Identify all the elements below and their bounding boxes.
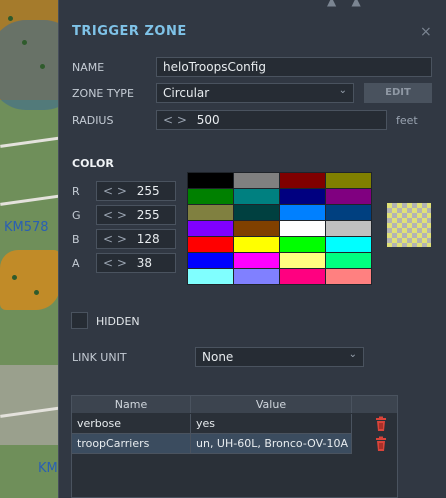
color-swatch[interactable] [234, 237, 279, 252]
radius-value: 500 [196, 113, 220, 127]
map-terrain [0, 250, 60, 310]
zone-type-label: ZONE TYPE [72, 87, 134, 100]
blue-label: B [72, 233, 80, 246]
properties-table: Name Value verbose yes troopCarriers un,… [71, 395, 398, 498]
column-header-value[interactable]: Value [191, 396, 352, 413]
color-swatch[interactable] [280, 237, 325, 252]
red-input[interactable]: < > 255 [96, 181, 176, 201]
color-swatch[interactable] [234, 221, 279, 236]
green-label: G [72, 209, 81, 222]
color-swatch[interactable] [188, 253, 233, 268]
close-icon[interactable]: × [420, 24, 432, 40]
stepper-arrows-icon[interactable]: < > [103, 232, 127, 246]
color-swatch[interactable] [188, 237, 233, 252]
table-row[interactable]: verbose yes [72, 414, 397, 434]
map-water [0, 20, 60, 110]
green-input[interactable]: < > 255 [96, 205, 176, 225]
blue-input[interactable]: < > 128 [96, 229, 176, 249]
hidden-label: HIDDEN [96, 315, 140, 328]
map-road [0, 135, 60, 148]
alpha-label: A [72, 257, 80, 270]
color-swatch[interactable] [188, 173, 233, 188]
color-swatch[interactable] [326, 221, 371, 236]
color-swatch[interactable] [326, 253, 371, 268]
stepper-arrows-icon[interactable]: < > [163, 113, 187, 127]
map-tree [12, 275, 17, 280]
color-swatch[interactable] [326, 173, 371, 188]
table-row[interactable]: troopCarriers un, UH-60L, Bronco-OV-10A [72, 434, 397, 454]
map-road [0, 193, 60, 206]
blue-value: 128 [136, 232, 160, 246]
stepper-arrows-icon[interactable]: < > [103, 256, 127, 270]
color-swatch[interactable] [234, 205, 279, 220]
trigger-zone-panel: ▲ ▲ TRIGGER ZONE × NAME heloTroopsConfig… [58, 0, 446, 498]
green-value: 255 [136, 208, 160, 222]
color-preview [387, 203, 431, 247]
map-town [0, 365, 60, 445]
panel-title: TRIGGER ZONE [72, 24, 187, 39]
zone-type-select[interactable]: Circular ⌄ [156, 83, 354, 103]
red-label: R [72, 185, 80, 198]
color-swatch[interactable] [188, 189, 233, 204]
alpha-value: 38 [136, 256, 153, 270]
color-swatch[interactable] [280, 173, 325, 188]
map-tree [34, 290, 39, 295]
map-tree [8, 16, 13, 21]
color-palette [187, 172, 372, 285]
row-value-cell[interactable]: yes [191, 414, 352, 434]
color-swatch[interactable] [234, 189, 279, 204]
radius-label: RADIUS [72, 114, 114, 127]
color-swatch[interactable] [326, 189, 371, 204]
color-swatch[interactable] [280, 205, 325, 220]
link-unit-value: None [202, 350, 234, 364]
row-name-cell[interactable]: troopCarriers [72, 434, 191, 454]
color-swatch[interactable] [280, 189, 325, 204]
link-unit-label: LINK UNIT [72, 351, 127, 364]
color-swatch[interactable] [326, 237, 371, 252]
color-swatch[interactable] [280, 221, 325, 236]
column-header-name[interactable]: Name [72, 396, 191, 413]
table-header: Name Value [72, 396, 397, 413]
name-input[interactable]: heloTroopsConfig [156, 57, 432, 77]
radius-input[interactable]: < > 500 [156, 110, 387, 130]
trash-icon[interactable] [373, 436, 389, 452]
alpha-input[interactable]: < > 38 [96, 253, 176, 273]
color-swatch[interactable] [326, 205, 371, 220]
map-tree [22, 40, 27, 45]
color-swatch[interactable] [188, 205, 233, 220]
row-value-cell[interactable]: un, UH-60L, Bronco-OV-10A [191, 434, 352, 454]
map-tree [40, 64, 45, 69]
color-swatch[interactable] [326, 269, 371, 284]
color-swatch[interactable] [234, 269, 279, 284]
stepper-arrows-icon[interactable]: < > [103, 184, 127, 198]
name-label: NAME [72, 61, 105, 74]
map-grid-label: KM [38, 461, 58, 476]
map-grid-label: KM578 [4, 220, 49, 235]
map-view[interactable]: KM578 KM [0, 0, 60, 498]
color-section-title: COLOR [72, 157, 114, 170]
trash-icon[interactable] [373, 416, 389, 432]
color-swatch[interactable] [188, 269, 233, 284]
color-swatch[interactable] [234, 253, 279, 268]
row-name-cell[interactable]: verbose [72, 414, 191, 434]
chevron-down-icon: ⌄ [338, 85, 347, 96]
stepper-arrows-icon[interactable]: < > [103, 208, 127, 222]
link-unit-select[interactable]: None ⌄ [195, 347, 364, 367]
red-value: 255 [136, 184, 160, 198]
color-swatch[interactable] [280, 269, 325, 284]
color-swatch[interactable] [234, 173, 279, 188]
color-swatch[interactable] [188, 221, 233, 236]
zone-type-value: Circular [163, 86, 210, 100]
hidden-checkbox[interactable] [71, 312, 88, 329]
name-value: heloTroopsConfig [163, 60, 266, 74]
edit-button[interactable]: EDIT [364, 83, 432, 103]
toolbar-icons: ▲ ▲ [327, 0, 361, 8]
radius-unit: feet [396, 114, 418, 127]
color-swatch[interactable] [280, 253, 325, 268]
chevron-down-icon: ⌄ [348, 349, 357, 360]
